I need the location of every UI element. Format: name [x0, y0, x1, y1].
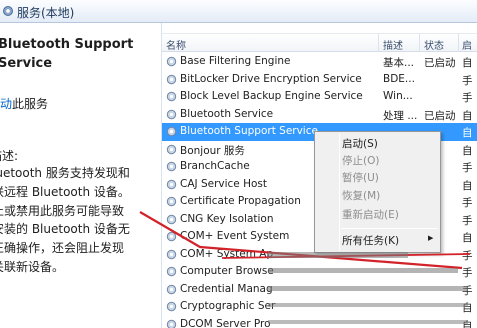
redaction-stroke	[268, 252, 408, 258]
redaction-stroke	[268, 268, 458, 273]
annotation-overlay	[139, 211, 471, 324]
redaction-stroke	[268, 286, 468, 291]
redaction-stroke	[268, 320, 468, 324]
redaction-stroke	[268, 303, 468, 307]
annotation-arrow-line	[139, 211, 463, 270]
